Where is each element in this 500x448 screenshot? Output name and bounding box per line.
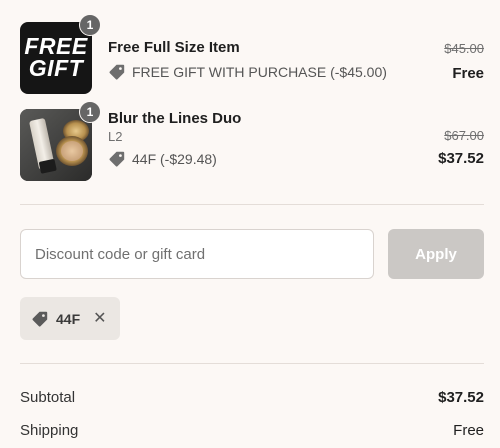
subtotal-row: Subtotal $37.52 bbox=[20, 389, 484, 406]
item-discount: FREE GIFT WITH PURCHASE (-$45.00) bbox=[108, 63, 387, 81]
item-variant: L2 bbox=[108, 129, 123, 144]
item-title: Free Full Size Item bbox=[108, 39, 240, 56]
shipping-value: Free bbox=[453, 422, 484, 439]
product-thumbnail: 1 bbox=[20, 101, 101, 181]
subtotal-label: Subtotal bbox=[20, 389, 76, 406]
apply-button[interactable]: Apply bbox=[388, 229, 484, 279]
applied-discount-chip: 44F ✕ bbox=[20, 297, 120, 340]
divider bbox=[20, 363, 484, 364]
item-discount: 44F (-$29.48) bbox=[108, 150, 217, 168]
tag-icon bbox=[109, 64, 125, 80]
final-price: Free bbox=[452, 65, 484, 82]
item-title: Blur the Lines Duo bbox=[108, 110, 242, 127]
original-price: $45.00 bbox=[444, 41, 484, 56]
item-discount-label: FREE GIFT WITH PURCHASE (-$45.00) bbox=[132, 64, 387, 80]
discount-code-input[interactable] bbox=[20, 229, 374, 279]
applied-code-label: 44F bbox=[56, 310, 81, 327]
product-image-illustration bbox=[20, 109, 92, 181]
divider bbox=[20, 204, 484, 205]
shipping-label: Shipping bbox=[20, 422, 79, 439]
tag-icon bbox=[32, 311, 48, 327]
free-gift-image-text-2: GIFT bbox=[28, 55, 84, 81]
free-gift-image: FREE GIFT bbox=[20, 22, 92, 94]
line-item-product: 1 Blur the Lines Duo L2 44F (-$29.48) $6… bbox=[20, 101, 484, 183]
product-thumbnail: FREE GIFT 1 bbox=[20, 14, 101, 94]
quantity-badge: 1 bbox=[79, 101, 101, 123]
quantity-badge: 1 bbox=[79, 14, 101, 36]
tag-icon bbox=[109, 151, 125, 167]
subtotal-value: $37.52 bbox=[438, 389, 484, 406]
line-item-free-gift: FREE GIFT 1 Free Full Size Item FREE GIF… bbox=[20, 14, 484, 96]
original-price: $67.00 bbox=[444, 128, 484, 143]
item-discount-label: 44F (-$29.48) bbox=[132, 151, 217, 167]
product-image bbox=[20, 109, 92, 181]
close-icon[interactable]: ✕ bbox=[93, 310, 106, 327]
shipping-row: Shipping Free bbox=[20, 422, 484, 439]
final-price: $37.52 bbox=[438, 150, 484, 167]
